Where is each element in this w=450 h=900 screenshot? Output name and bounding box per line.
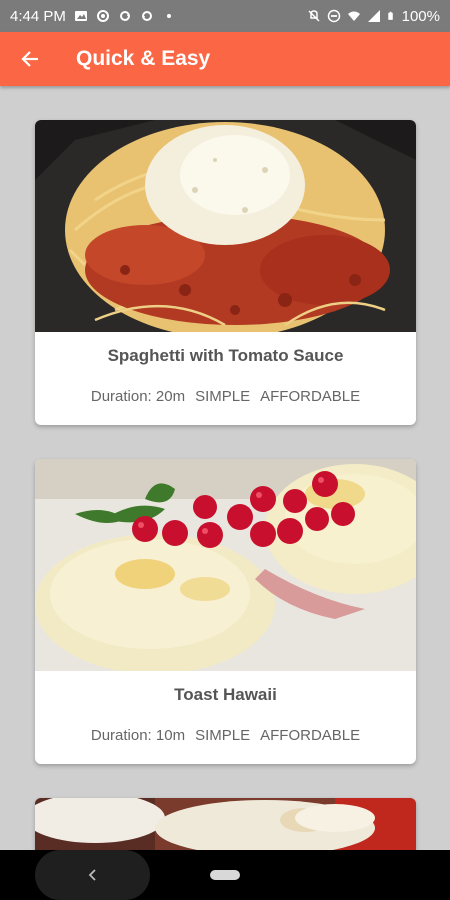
dot-icon: [166, 14, 171, 18]
arrow-left-icon: [21, 51, 38, 67]
meal-image-partial: [35, 798, 416, 850]
back-button[interactable]: [0, 32, 60, 86]
nav-back-button[interactable]: [35, 850, 150, 900]
status-left: 4:44 PM: [10, 8, 176, 25]
meal-duration: Duration: 10m: [90, 727, 186, 744]
meal-affordability: AFFORDABLE: [260, 727, 361, 744]
status-right: 100%: [307, 8, 440, 25]
meal-card-toast-hawaii[interactable]: Toast Hawaii Duration: 10m SIMPLE AFFORD…: [35, 459, 416, 764]
meal-card-spaghetti[interactable]: Spaghetti with Tomato Sauce Duration: 20…: [35, 120, 416, 425]
meal-title: Toast Hawaii: [174, 685, 277, 704]
meal-image-spaghetti: [35, 120, 416, 332]
system-nav-bar: [0, 850, 450, 900]
meal-meta: Duration: 20m SIMPLE AFFORDABLE: [35, 388, 416, 425]
battery-icon: [387, 11, 393, 20]
mute-icon: [308, 10, 320, 22]
page-title: Quick & Easy: [76, 47, 211, 70]
sync-icon: [141, 11, 152, 21]
sync-icon: [96, 10, 109, 22]
sync-icon: [119, 11, 130, 21]
chevron-left-icon: [88, 869, 96, 881]
meal-image-toast-hawaii: [35, 459, 416, 671]
home-pill-icon[interactable]: [210, 870, 240, 880]
meal-title: Spaghetti with Tomato Sauce: [107, 346, 344, 365]
meal-complexity: SIMPLE: [195, 388, 251, 405]
meal-card-partial[interactable]: [35, 798, 416, 850]
battery-percent: 100%: [401, 7, 440, 25]
status-time: 4:44 PM: [10, 7, 66, 25]
signal-icon: [367, 10, 380, 22]
status-bar: 4:44 PM 100%: [0, 0, 450, 32]
app-bar: Quick & Easy: [0, 32, 450, 86]
meal-complexity: SIMPLE: [195, 727, 251, 744]
meal-meta: Duration: 10m SIMPLE AFFORDABLE: [35, 727, 416, 764]
wifi-icon: [347, 11, 360, 21]
dnd-icon: [327, 9, 340, 23]
meal-affordability: AFFORDABLE: [260, 388, 361, 405]
meal-list[interactable]: Spaghetti with Tomato Sauce Duration: 20…: [0, 86, 450, 850]
photo-icon: [74, 11, 87, 21]
meal-duration: Duration: 20m: [90, 388, 186, 405]
